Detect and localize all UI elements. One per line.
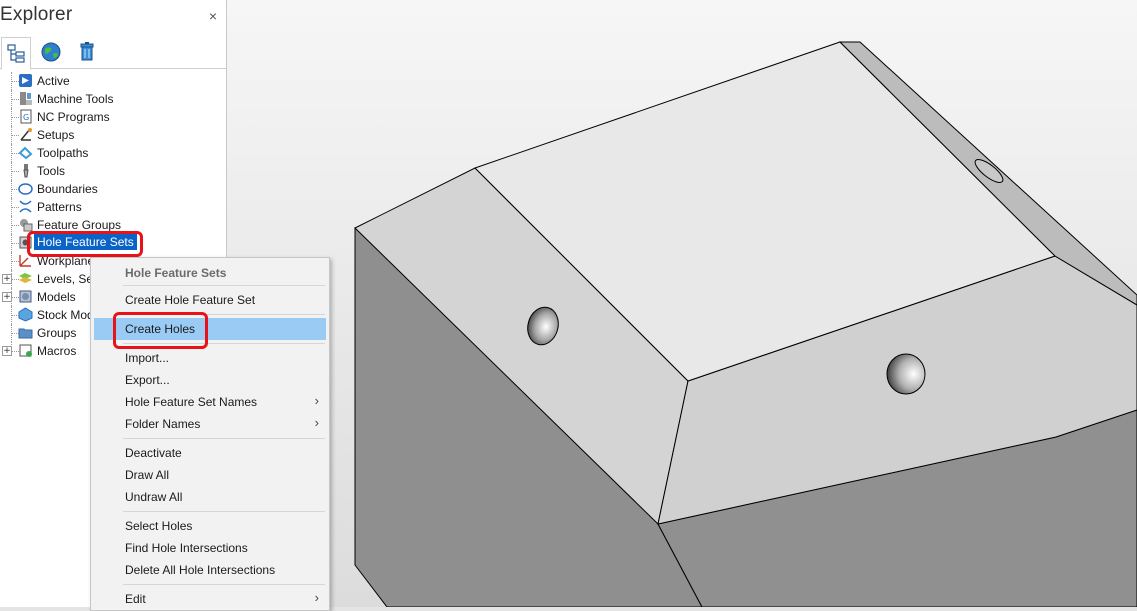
tree-item-nc-programs[interactable]: G NC Programs [0, 108, 226, 126]
menu-separator [123, 285, 325, 286]
setup-icon [20, 128, 32, 141]
tree-item-label: Patterns [37, 200, 82, 214]
tree-item-setups[interactable]: Setups [0, 126, 226, 144]
tab-globe[interactable] [36, 37, 66, 67]
chevron-right-icon: › [314, 393, 319, 408]
boundary-icon [18, 183, 33, 195]
stock-model-icon [18, 307, 33, 322]
menu-item-label: Folder Names [125, 417, 201, 431]
graphics-viewport[interactable] [227, 0, 1137, 607]
menu-item-undraw-all[interactable]: Undraw All [91, 486, 329, 508]
menu-item-hole-feature-set-names[interactable]: Hole Feature Set Names › [91, 391, 329, 413]
trash-icon [80, 42, 94, 61]
tree-item-label: Setups [37, 128, 75, 142]
menu-separator [123, 438, 325, 439]
menu-item-import[interactable]: Import... [91, 347, 329, 369]
menu-item-create-hole-feature-set[interactable]: Create Hole Feature Set [91, 289, 329, 311]
menu-item-label: Deactivate [125, 446, 182, 460]
model-icon [19, 290, 32, 303]
explorer-title: Explorer [0, 4, 73, 25]
tree-item-label: Machine Tools [37, 92, 114, 106]
tree-item-toolpaths[interactable]: Toolpaths [0, 144, 226, 162]
nc-program-icon: G [20, 109, 32, 124]
menu-separator [123, 584, 325, 585]
close-icon[interactable]: × [209, 8, 217, 24]
expand-icon[interactable]: + [2, 292, 12, 302]
explorer-tabs [0, 35, 226, 70]
menu-title: Hole Feature Sets [91, 262, 329, 284]
chevron-right-icon: › [314, 415, 319, 430]
levels-icon [19, 273, 32, 283]
tree-item-label: Macros [37, 344, 77, 358]
menu-item-label: Delete All Hole Intersections [125, 563, 276, 577]
tree-item-machine-tools[interactable]: Machine Tools [0, 90, 226, 108]
menu-item-label: Edit [125, 592, 146, 606]
feature-group-icon [20, 219, 33, 232]
tree-item-active[interactable]: Active [0, 72, 226, 90]
menu-item-label: Export... [125, 373, 170, 387]
tree-item-label: Tools [37, 164, 66, 178]
menu-item-label: Hole Feature Set Names [125, 395, 258, 409]
tree-item-label: NC Programs [37, 110, 110, 124]
tab-explorer-tree[interactable] [1, 37, 31, 70]
active-arrow-icon [19, 74, 32, 87]
tree-item-label: Active [37, 74, 70, 88]
menu-item-deactivate[interactable]: Deactivate [91, 442, 329, 464]
tree-item-label: Boundaries [37, 182, 98, 196]
menu-item-label: Import... [125, 351, 170, 365]
hole-front[interactable] [886, 353, 926, 395]
menu-item-label: Create Hole Feature Set [125, 293, 256, 307]
tree-item-label: Models [37, 290, 76, 304]
menu-item-label: Undraw All [125, 490, 183, 504]
menu-item-delete-all-hole-intersections[interactable]: Delete All Hole Intersections [91, 559, 329, 581]
menu-item-export[interactable]: Export... [91, 369, 329, 391]
menu-title-label: Hole Feature Sets [125, 266, 227, 280]
explorer-header: Explorer × [0, 0, 226, 33]
context-menu: Hole Feature Sets Create Hole Feature Set… [90, 257, 330, 611]
chevron-right-icon: › [314, 590, 319, 605]
menu-item-select-holes[interactable]: Select Holes [91, 515, 329, 537]
tree-item-tools[interactable]: Tools [0, 162, 226, 180]
menu-separator [123, 511, 325, 512]
menu-item-label: Find Hole Intersections [125, 541, 248, 555]
tab-recycle[interactable] [72, 37, 102, 67]
svg-text:G: G [23, 113, 29, 122]
highlight-box-create-holes [113, 312, 208, 349]
macro-icon [19, 344, 32, 357]
menu-item-label: Select Holes [125, 519, 193, 533]
menu-item-folder-names[interactable]: Folder Names › [91, 413, 329, 435]
tree-view-icon [7, 43, 25, 63]
expand-icon[interactable]: + [2, 274, 12, 284]
pattern-icon [19, 200, 32, 213]
model-view[interactable] [227, 0, 1137, 607]
tree-item-label: Toolpaths [37, 146, 89, 160]
toolpath-icon [18, 146, 33, 160]
group-folder-icon [18, 328, 33, 339]
menu-item-find-hole-intersections[interactable]: Find Hole Intersections [91, 537, 329, 559]
tree-item-label: Groups [37, 326, 77, 340]
menu-item-draw-all[interactable]: Draw All [91, 464, 329, 486]
expand-icon[interactable]: + [2, 346, 12, 356]
globe-icon [41, 42, 61, 62]
menu-item-label: Draw All [125, 468, 170, 482]
tree-item-boundaries[interactable]: Boundaries [0, 180, 226, 198]
highlight-box-hole-feature-sets [27, 231, 143, 257]
tree-item-patterns[interactable]: Patterns [0, 198, 226, 216]
machine-tool-icon [20, 92, 32, 105]
tree-item-label: Feature Groups [37, 218, 122, 232]
tool-icon [23, 164, 29, 178]
